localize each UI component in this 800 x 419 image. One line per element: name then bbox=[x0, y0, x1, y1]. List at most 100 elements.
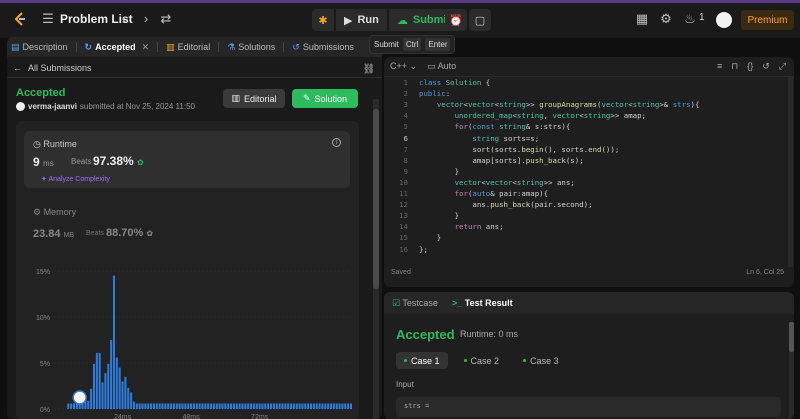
chart-bar[interactable] bbox=[150, 403, 153, 409]
link-icon[interactable]: ⛓ bbox=[361, 62, 377, 78]
debug-button[interactable]: ✱ bbox=[312, 9, 334, 31]
next-problem-icon[interactable]: › bbox=[138, 11, 154, 27]
chart-bar[interactable] bbox=[207, 403, 210, 409]
case-tab-3[interactable]: Case 3 bbox=[515, 352, 567, 369]
chart-bar[interactable] bbox=[230, 403, 233, 409]
scrollbar-thumb[interactable] bbox=[373, 109, 379, 289]
chart-bar[interactable] bbox=[298, 403, 301, 409]
chart-bar[interactable] bbox=[181, 403, 184, 409]
left-scrollbar[interactable] bbox=[373, 99, 379, 419]
chart-bar[interactable] bbox=[141, 403, 144, 409]
chart-bar[interactable] bbox=[130, 392, 133, 409]
chart-bar[interactable] bbox=[212, 403, 215, 409]
runtime-distribution-chart[interactable]: 15% 10% 5% 0% 24ms 48ms 72ms bbox=[16, 121, 359, 419]
chart-bar[interactable] bbox=[118, 367, 121, 409]
your-submission-marker[interactable] bbox=[72, 390, 87, 405]
chart-bar[interactable] bbox=[87, 400, 90, 409]
chart-bar[interactable] bbox=[278, 403, 281, 409]
chart-bar[interactable] bbox=[187, 403, 190, 409]
close-icon[interactable]: ✕ bbox=[142, 42, 150, 53]
braces-icon[interactable]: {} bbox=[747, 61, 753, 72]
chart-bar[interactable] bbox=[304, 403, 307, 409]
chart-bar[interactable] bbox=[198, 403, 201, 409]
scrollbar-thumb[interactable] bbox=[789, 322, 794, 352]
chart-bar[interactable] bbox=[215, 403, 218, 409]
chart-bar[interactable] bbox=[338, 403, 341, 409]
chart-bar[interactable] bbox=[255, 403, 258, 409]
tab-solutions[interactable]: ⚗ Solutions bbox=[227, 42, 275, 53]
chart-bar[interactable] bbox=[121, 381, 124, 409]
result-scrollbar[interactable] bbox=[789, 322, 794, 419]
chart-bar[interactable] bbox=[284, 403, 287, 409]
chart-bar[interactable] bbox=[72, 403, 76, 409]
chart-bar[interactable] bbox=[267, 403, 270, 409]
chart-bar[interactable] bbox=[264, 403, 267, 409]
chart-bar[interactable] bbox=[309, 403, 313, 409]
editorial-button[interactable]: ▥ Editorial bbox=[223, 89, 285, 108]
chart-bar[interactable] bbox=[341, 403, 344, 409]
chart-bar[interactable] bbox=[318, 403, 321, 409]
chart-bar[interactable] bbox=[107, 363, 110, 409]
chart-bar[interactable] bbox=[167, 403, 170, 409]
chart-bar[interactable] bbox=[172, 403, 175, 409]
chart-bar[interactable] bbox=[235, 403, 238, 409]
chart-bar[interactable] bbox=[204, 403, 207, 409]
chart-bar[interactable] bbox=[90, 388, 93, 409]
chart-bar[interactable] bbox=[344, 403, 347, 409]
chart-bar[interactable] bbox=[232, 403, 235, 409]
tab-testcase[interactable]: ☑ Testcase bbox=[392, 298, 438, 309]
chart-bar[interactable] bbox=[201, 403, 204, 409]
chart-bar[interactable] bbox=[224, 403, 227, 409]
editor-scrollbar[interactable] bbox=[788, 77, 793, 267]
chart-bar[interactable] bbox=[241, 403, 244, 409]
chart-bar[interactable] bbox=[164, 403, 167, 409]
chart-bar[interactable] bbox=[70, 403, 73, 409]
chart-bar[interactable] bbox=[295, 403, 298, 409]
run-button[interactable]: ▶ Run bbox=[336, 9, 387, 31]
tab-test-result[interactable]: >_ Test Result bbox=[452, 298, 513, 308]
chart-bar[interactable] bbox=[252, 403, 255, 409]
chart-bar[interactable] bbox=[292, 403, 295, 409]
shuffle-icon[interactable]: ⇄ bbox=[158, 11, 174, 27]
chart-bar[interactable] bbox=[190, 403, 193, 409]
chart-bar[interactable] bbox=[272, 403, 275, 409]
chart-bar[interactable] bbox=[127, 387, 130, 409]
user-avatar[interactable] bbox=[716, 12, 732, 28]
post-solution-button[interactable]: ✎ Solution bbox=[292, 89, 358, 108]
chart-bar[interactable] bbox=[104, 373, 107, 409]
chart-bar[interactable] bbox=[349, 403, 353, 409]
chart-bar[interactable] bbox=[307, 403, 310, 409]
chart-bar[interactable] bbox=[98, 352, 101, 409]
chart-bar[interactable] bbox=[244, 403, 247, 409]
chart-bar[interactable] bbox=[192, 403, 195, 409]
chart-bar[interactable] bbox=[135, 403, 138, 409]
chart-bar[interactable] bbox=[132, 401, 135, 409]
chart-bar[interactable] bbox=[301, 403, 304, 409]
tab-description[interactable]: ▤ Description bbox=[11, 42, 68, 53]
expand-icon[interactable]: ⤢ bbox=[779, 61, 786, 72]
chart-bar[interactable] bbox=[332, 403, 335, 409]
chart-bar[interactable] bbox=[321, 403, 324, 409]
chart-bar[interactable] bbox=[115, 357, 118, 409]
prev-problem-icon[interactable]: ‹ bbox=[116, 11, 132, 27]
timer-button[interactable]: ⏰ bbox=[445, 9, 467, 31]
chart-bar[interactable] bbox=[124, 376, 127, 409]
chart-bar[interactable] bbox=[250, 403, 253, 409]
flame-icon[interactable]: ♨ bbox=[682, 11, 698, 27]
chart-bar[interactable] bbox=[329, 403, 333, 409]
chart-bar[interactable] bbox=[238, 403, 241, 409]
tab-submissions[interactable]: ↺ Submissions bbox=[292, 42, 354, 53]
language-select[interactable]: C++ ⌄ bbox=[390, 61, 417, 72]
chart-bar[interactable] bbox=[275, 403, 278, 409]
chart-bar[interactable] bbox=[347, 403, 350, 409]
chart-bar[interactable] bbox=[290, 403, 293, 409]
chart-bar[interactable] bbox=[175, 403, 178, 409]
chart-bar[interactable] bbox=[281, 403, 284, 409]
reset-icon[interactable]: ↺ bbox=[762, 61, 770, 72]
chart-bar[interactable] bbox=[178, 403, 181, 409]
notes-button[interactable]: ▢ bbox=[469, 9, 491, 31]
chart-bar[interactable] bbox=[161, 403, 164, 409]
chart-bar[interactable] bbox=[92, 363, 96, 409]
chart-bar[interactable] bbox=[218, 403, 221, 409]
all-submissions-link[interactable]: ← All Submissions bbox=[13, 63, 92, 73]
